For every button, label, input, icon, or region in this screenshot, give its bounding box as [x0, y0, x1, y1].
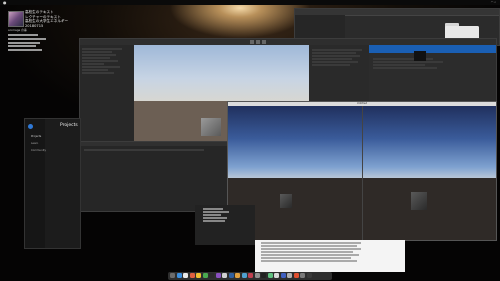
dock-icon[interactable]: [267, 273, 273, 278]
console-panel[interactable]: [80, 141, 230, 211]
desktop-file[interactable]: [8, 34, 38, 36]
hub-logo[interactable]: [28, 124, 33, 129]
desktop-item-labels: 高校生のテキスト レクチャーのテキスト 高校生の大学生エネルギー 2018071…: [25, 10, 68, 28]
sidebar-item-learn[interactable]: Learn: [31, 142, 38, 145]
dock-icon[interactable]: [189, 273, 195, 278]
sidebar-item-community[interactable]: Community: [31, 149, 46, 152]
dock-icon[interactable]: [287, 273, 292, 278]
game-window-title: Untitled: [356, 102, 368, 105]
desktop-file[interactable]: [8, 37, 46, 40]
dock: [168, 272, 332, 280]
menu-bar: ● ◠ ⌕: [0, 0, 500, 5]
dock-icon[interactable]: [248, 273, 253, 278]
hierarchy-panel[interactable]: [80, 45, 134, 141]
dock-icon[interactable]: [228, 273, 234, 278]
dock-icon[interactable]: [222, 273, 227, 278]
desktop-file-list: ar.image の事: [8, 28, 46, 53]
dock-icon[interactable]: [261, 273, 266, 278]
services-panel[interactable]: [369, 45, 496, 105]
dock-icon[interactable]: [209, 273, 214, 278]
dock-icon[interactable]: [306, 273, 312, 278]
desktop-file[interactable]: [8, 45, 36, 48]
game-view-window: Untitled: [227, 101, 497, 241]
dock-icon[interactable]: [274, 273, 279, 278]
status-tray: ◠ ⌕: [491, 0, 496, 5]
dock-icon[interactable]: [170, 273, 175, 278]
dock-icon[interactable]: [215, 273, 221, 278]
dock-icon[interactable]: [280, 273, 286, 278]
projects-title: Projects: [60, 123, 78, 128]
dock-icon[interactable]: [183, 273, 188, 278]
unity-hub-window: Projects Learn Community Projects: [24, 118, 81, 249]
play-button[interactable]: [250, 40, 254, 44]
game-view-right[interactable]: [362, 106, 496, 240]
desktop-file[interactable]: ar.image の事: [8, 28, 46, 32]
dock-icon[interactable]: [293, 273, 299, 278]
cube-object[interactable]: [280, 194, 292, 208]
log-window: [255, 240, 405, 272]
desktop-file[interactable]: [8, 41, 40, 44]
pause-button[interactable]: [256, 40, 260, 44]
cube-object[interactable]: [411, 192, 427, 210]
cube-object[interactable]: [201, 118, 221, 136]
dock-icon[interactable]: [235, 273, 240, 278]
apple-icon[interactable]: ●: [3, 0, 7, 5]
hub-sidebar: Projects Learn Community: [25, 119, 46, 248]
dock-icon[interactable]: [176, 273, 182, 278]
sidebar-item-projects[interactable]: Projects: [31, 135, 41, 138]
dock-icon[interactable]: [241, 273, 247, 278]
search-icon[interactable]: ⌕: [494, 0, 496, 4]
desktop-file[interactable]: [8, 49, 42, 52]
dock-icon[interactable]: [196, 273, 201, 278]
dock-icon[interactable]: [300, 273, 305, 278]
dock-icon[interactable]: [254, 273, 260, 278]
dock-icon[interactable]: [202, 273, 208, 278]
step-button[interactable]: [262, 40, 266, 44]
text-window: [195, 205, 255, 245]
wifi-icon[interactable]: ◠: [491, 0, 494, 4]
inspector-panel[interactable]: [309, 45, 369, 105]
desktop-thumbnail[interactable]: [8, 11, 24, 27]
